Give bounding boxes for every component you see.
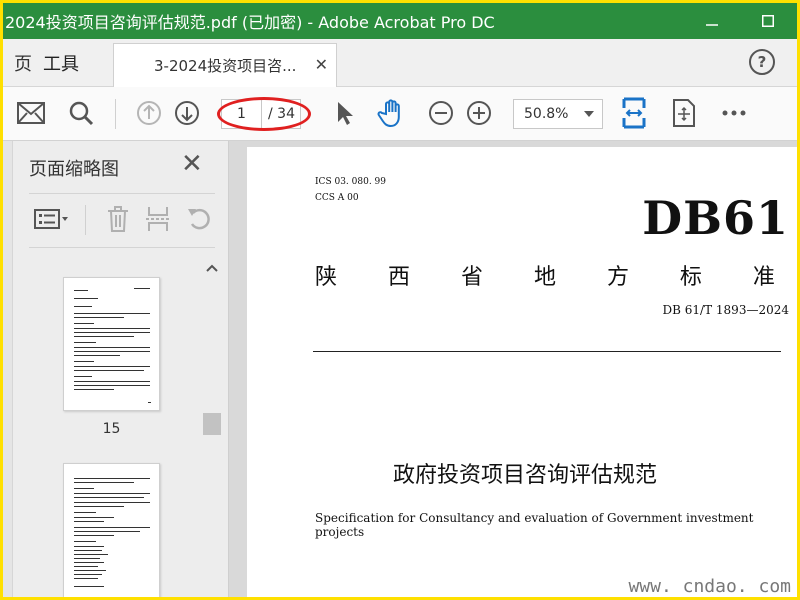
- previous-page-button[interactable]: [133, 97, 165, 129]
- tab-bar: 页 工具 3-2024投资项目咨... ✕ ?: [3, 39, 797, 87]
- minimize-button[interactable]: [689, 3, 735, 39]
- category-char: 陕: [315, 265, 338, 290]
- panel-separator: [85, 205, 86, 235]
- search-button[interactable]: [65, 97, 97, 129]
- extract-pages-button[interactable]: [143, 203, 173, 235]
- select-tool-button[interactable]: [331, 97, 359, 129]
- panel-divider: [29, 247, 215, 248]
- tab-tools[interactable]: 工具: [43, 39, 109, 87]
- zoom-in-button[interactable]: [465, 97, 493, 129]
- chevron-down-icon: [584, 111, 594, 117]
- help-icon[interactable]: ?: [749, 49, 775, 75]
- tab-document[interactable]: 3-2024投资项目咨... ✕: [113, 43, 337, 87]
- standard-code: DB61: [642, 191, 789, 245]
- zoom-in-icon: [467, 101, 491, 125]
- highlight-annotation: [217, 97, 311, 131]
- page-thumbnail[interactable]: [63, 463, 160, 597]
- standard-number: DB 61/T 1893—2024: [662, 303, 789, 317]
- page-thumbnail[interactable]: [63, 277, 160, 411]
- list-options-icon: [34, 209, 68, 229]
- panel-title: 页面缩略图: [29, 159, 119, 180]
- panel-divider: [29, 193, 215, 194]
- category-char: 标: [679, 265, 702, 290]
- fit-page-icon: [673, 99, 695, 127]
- category-char: 地: [533, 265, 556, 290]
- watermark: www. cndao. com: [628, 576, 791, 597]
- document-view[interactable]: ICS 03. 080. 99 CCS A 00 DB61 陕 西 省 地 方 …: [229, 141, 797, 597]
- toolbar: 1 / 34 50.8%: [3, 87, 797, 141]
- document-page: ICS 03. 080. 99 CCS A 00 DB61 陕 西 省 地 方 …: [247, 147, 797, 597]
- minimize-icon: [706, 24, 718, 26]
- extract-icon: [146, 207, 170, 231]
- close-tab-icon[interactable]: ✕: [315, 55, 328, 74]
- close-panel-icon[interactable]: ✕: [181, 151, 203, 177]
- thumbnail-options-button[interactable]: [33, 203, 71, 235]
- thumbnails-panel: 页面缩略图 ✕ 15: [3, 141, 229, 597]
- hand-icon: [377, 99, 400, 128]
- thumbnail-page-number: 15: [102, 421, 121, 437]
- maximize-icon: [762, 15, 774, 27]
- fit-page-button[interactable]: [669, 97, 699, 129]
- next-page-button[interactable]: [171, 97, 203, 129]
- title-bar: 2024投资项目咨询评估规范.pdf (已加密) - Adobe Acrobat…: [3, 3, 797, 39]
- arrow-down-circle-icon: [175, 101, 199, 125]
- rotate-page-button[interactable]: [185, 203, 215, 235]
- more-icon: [722, 110, 746, 116]
- fit-width-icon: [622, 97, 646, 129]
- left-rail: [3, 141, 13, 597]
- document-title-cn: 政府投资项目咨询评估规范: [392, 463, 657, 488]
- category-char: 西: [387, 265, 410, 290]
- rotate-icon: [188, 208, 210, 230]
- toolbar-separator: [115, 99, 116, 129]
- document-title-en: Specification for Consultancy and evalua…: [315, 511, 754, 539]
- window-title: 2024投资项目咨询评估规范.pdf (已加密) - Adobe Acrobat…: [5, 13, 495, 32]
- standard-category: 陕 西 省 地 方 标 准: [315, 259, 775, 291]
- horizontal-rule: [313, 351, 781, 352]
- delete-page-button[interactable]: [103, 203, 133, 235]
- more-tools-button[interactable]: [719, 97, 749, 129]
- ccs-code: CCS A 00: [315, 193, 359, 203]
- scrollbar-thumb[interactable]: [203, 413, 221, 435]
- cursor-arrow-icon: [338, 102, 353, 125]
- search-icon: [69, 101, 94, 126]
- maximize-button[interactable]: [745, 3, 791, 39]
- category-char: 省: [460, 265, 483, 290]
- arrow-up-circle-icon: [137, 101, 161, 125]
- category-char: 方: [606, 265, 629, 290]
- ics-code: ICS 03. 080. 99: [315, 177, 386, 187]
- category-char: 准: [752, 265, 775, 290]
- app-frame: 2024投资项目咨询评估规范.pdf (已加密) - Adobe Acrobat…: [0, 0, 800, 600]
- zoom-select[interactable]: 50.8%: [513, 99, 603, 129]
- envelope-icon: [17, 102, 45, 124]
- tab-document-label: 3-2024投资项目咨...: [154, 57, 297, 75]
- email-button[interactable]: [15, 97, 47, 129]
- zoom-out-button[interactable]: [427, 97, 455, 129]
- fit-width-button[interactable]: [619, 97, 649, 129]
- zoom-value: 50.8%: [524, 106, 569, 122]
- zoom-out-icon: [429, 101, 453, 125]
- tab-home[interactable]: 页: [3, 39, 43, 87]
- trash-icon: [108, 206, 128, 232]
- hand-tool-button[interactable]: [375, 97, 409, 129]
